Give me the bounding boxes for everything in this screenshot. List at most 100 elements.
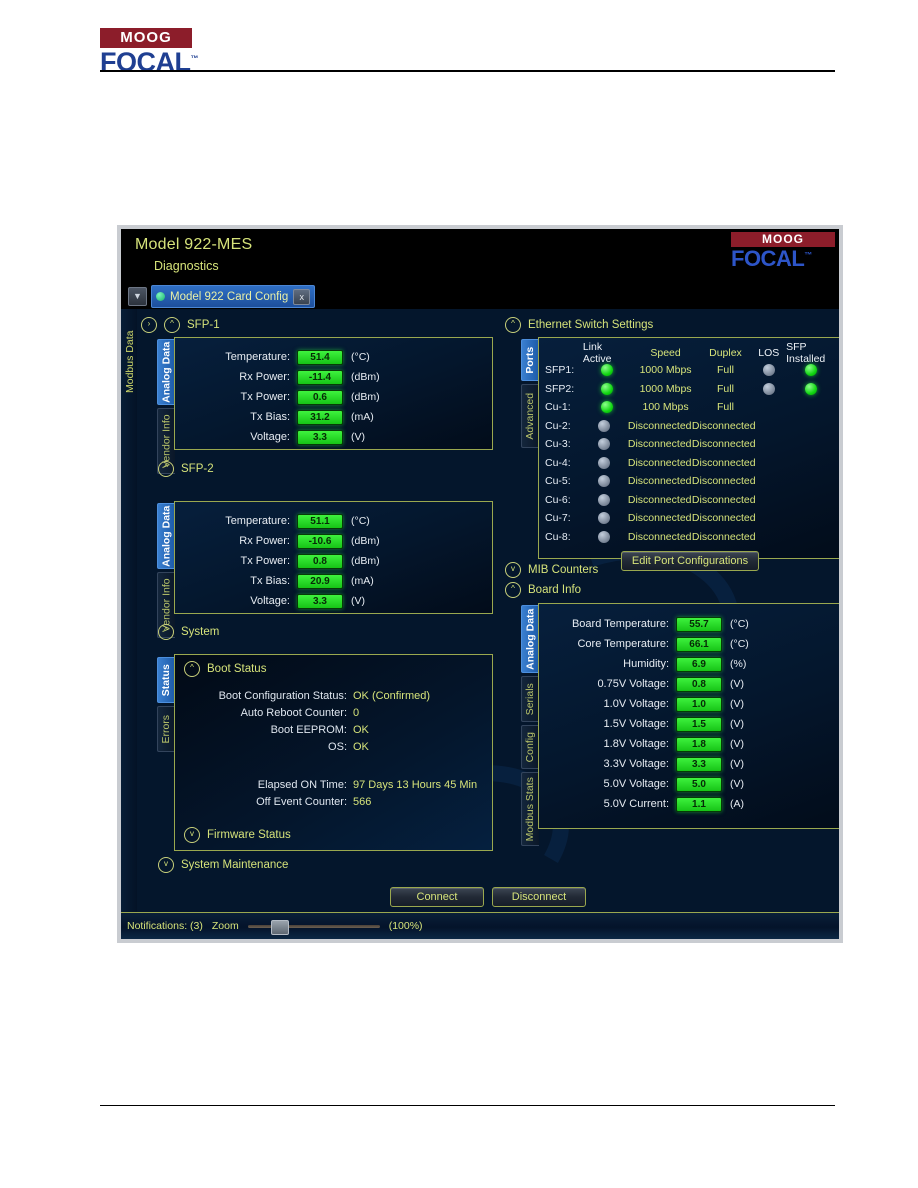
section-title-sfp2: SFP-2 [181,463,214,475]
readout-label: 5.0V Current: [603,798,669,810]
readout-label: Tx Bias: [250,411,290,423]
chevron-down-icon[interactable]: v [505,562,521,578]
readout-label: Tx Bias: [250,575,290,587]
header-speed: Speed [650,346,681,359]
section-header-system-maintenance[interactable]: v System Maintenance [158,857,288,873]
tab-ethernet-advanced[interactable]: Advanced [521,384,539,448]
boot-status-value: OK (Confirmed) [353,689,431,702]
chevron-down-icon[interactable]: v [184,827,200,843]
led-indicator [762,364,775,377]
chevron-up-icon[interactable]: ^ [184,661,200,677]
close-icon[interactable]: x [293,288,311,305]
section-header-board-info[interactable]: ^ Board Info [505,582,581,598]
led-indicator [804,364,817,377]
readout-row: 5.0V Current: 1.1 (A) [551,794,749,814]
chevron-right-icon[interactable]: › [141,317,157,333]
ethernet-vertical-tabs: Ports Advanced [521,339,539,448]
readout-value: 0.6 [297,389,343,405]
speed-cell: 1000 Mbps [639,382,692,395]
boot-status-key: OS: [328,740,347,753]
table-row: Cu-5: Disconnected Disconnected [545,472,835,491]
tab-board-analog-data[interactable]: Analog Data [521,605,539,673]
disconnect-button[interactable]: Disconnect [492,887,586,907]
section-header-firmware-status[interactable]: v Firmware Status [184,827,291,843]
readout-label: Temperature: [225,515,290,527]
zoom-label: Zoom [211,920,239,932]
chevron-up-icon[interactable]: ^ [505,317,521,333]
table-row: SFP1: 1000 Mbps Full [545,361,835,380]
readout-value: 3.3 [676,756,722,772]
los-cell [751,364,786,377]
tab-dropdown-icon[interactable]: ▼ [128,287,147,306]
trademark-glyph: ™ [190,54,198,63]
tab-model-922-card-config[interactable]: Model 922 Card Config x [151,285,316,308]
readout-row: Tx Bias: 31.2 (mA) [195,407,380,427]
zoom-slider[interactable] [247,919,380,935]
readout-label: Voltage: [250,431,290,443]
tab-sfp2-analog-data[interactable]: Analog Data [157,503,175,569]
left-rail: Modbus Data [121,309,137,913]
readout-label: 3.3V Voltage: [603,758,669,770]
duplex-cell: Disconnected [691,530,756,543]
table-row: Cu-8: Disconnected Disconnected [545,528,835,547]
speed-cell: 1000 Mbps [639,364,692,377]
table-row: Cu-1: 100 Mbps Full [545,398,835,417]
link-active-cell [581,530,627,543]
uptime-value: 566 [353,795,372,808]
readout-label: 1.5V Voltage: [603,718,669,730]
section-header-mib-counters[interactable]: v MIB Counters [505,562,598,578]
section-header-ethernet-switch[interactable]: ^ Ethernet Switch Settings [505,317,653,333]
readout-row: 3.3V Voltage: 3.3 (V) [551,754,749,774]
chevron-up-icon[interactable]: ^ [158,624,174,640]
boot-status-key: Boot Configuration Status: [218,689,347,702]
tab-board-config[interactable]: Config [521,725,539,769]
chevron-up-icon[interactable]: ^ [164,317,180,333]
tab-board-serials[interactable]: Serials [521,676,539,722]
app-header: Model 922-MES Diagnostics MOOG FOCAL™ ▼ … [121,229,839,309]
readout-label: 5.0V Voltage: [603,778,669,790]
sfp1-readout-list: Temperature: 51.4 (°C) Rx Power: -11.4 (dBm)… [195,347,380,447]
readout-value: 51.1 [297,513,343,529]
tab-sfp1-analog-data[interactable]: Analog Data [157,339,175,405]
readout-row: Voltage: 3.3 (V) [195,427,380,447]
section-header-boot-status[interactable]: ^ Boot Status [184,661,266,677]
table-row: Cu-3: Disconnected Disconnected [545,435,835,454]
chevron-down-icon[interactable]: v [158,857,174,873]
readout-unit: (°C) [730,638,749,650]
readout-unit: (V) [730,698,744,710]
zoom-slider-knob[interactable] [270,920,289,935]
notifications-label[interactable]: Notifications: (3) [127,920,203,932]
system-status-panel: ^ Boot Status Boot Configuration Status:… [174,654,493,851]
rail-label-modbus-data[interactable]: Modbus Data [124,331,136,393]
chevron-up-icon[interactable]: ^ [505,582,521,598]
boot-status-key: Boot EEPROM: [270,723,347,736]
ethernet-port-table: Link Active Speed Duplex LOS SFP Install… [545,341,835,571]
content-area: › ^ SFP-1 Analog Data Vendor Info Temper… [137,309,839,913]
section-header-sfp1[interactable]: › ^ SFP-1 [141,317,220,333]
header-los: LOS [758,346,780,359]
speed-cell: Disconnected [627,456,692,469]
section-header-sfp2[interactable]: ^ SFP-2 [158,461,214,477]
duplex-cell: Full [717,401,734,414]
chevron-up-icon[interactable]: ^ [158,461,174,477]
uptime-key: Elapsed ON Time: [257,778,347,791]
section-header-system[interactable]: ^ System [158,624,219,640]
readout-row: Core Temperature: 66.1 (°C) [551,634,749,654]
readout-unit: (°C) [730,618,749,630]
connect-button[interactable]: Connect [390,887,484,907]
app-focal-wordmark: FOCAL™ [731,246,812,271]
readout-label: Temperature: [225,351,290,363]
readout-unit: (%) [730,658,747,670]
table-row: Cu-6: Disconnected Disconnected [545,491,835,510]
led-indicator [601,401,614,414]
section-title-system: System [181,626,220,638]
tab-board-modbus-stats[interactable]: Modbus Stats [521,772,539,846]
tab-ethernet-ports[interactable]: Ports [521,339,539,381]
tab-system-status[interactable]: Status [157,657,175,703]
edit-port-configurations-button[interactable]: Edit Port Configurations [620,551,760,571]
tab-system-errors[interactable]: Errors [157,706,175,752]
readout-value: 6.9 [676,656,722,672]
readout-value: 66.1 [676,636,722,652]
sfp-installed-cell [786,382,835,395]
readout-label: Tx Power: [240,555,290,567]
